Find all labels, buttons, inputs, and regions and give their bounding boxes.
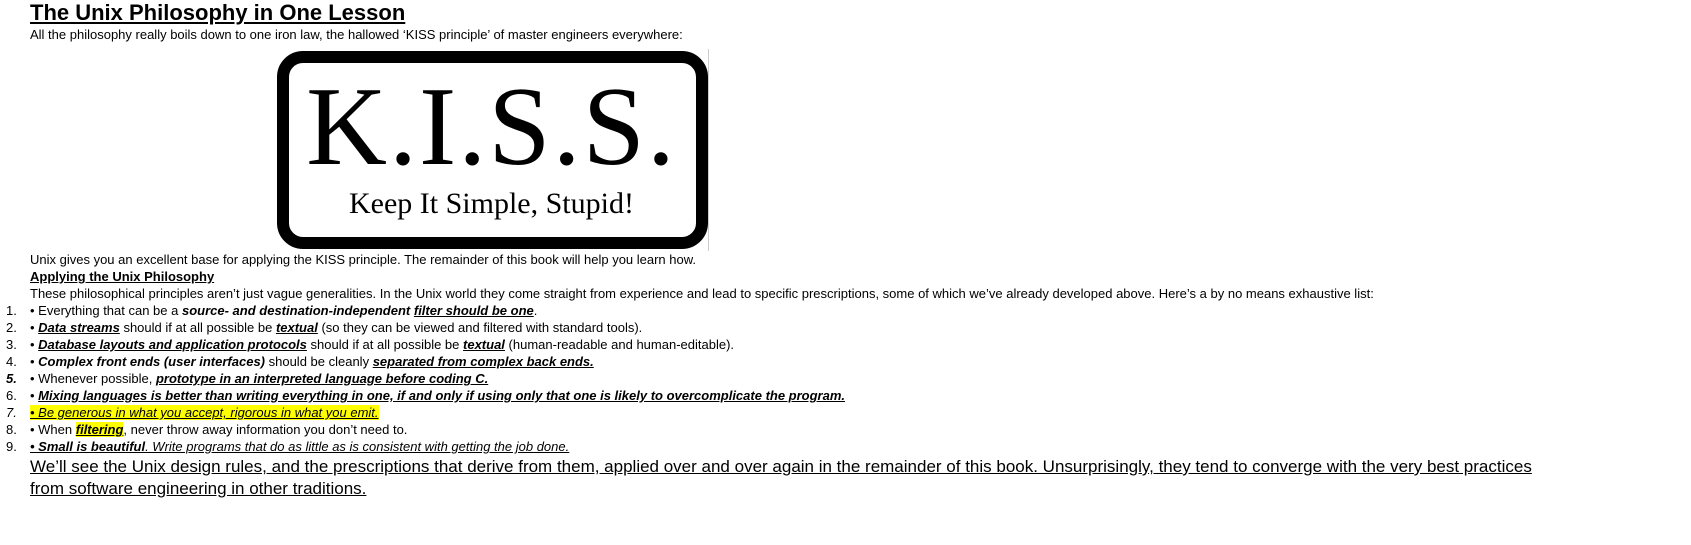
list-number: 9. (6, 439, 17, 454)
text: textual (463, 337, 505, 352)
text: textual (275, 320, 318, 335)
list-number: 7. (6, 405, 17, 420)
text: • (30, 388, 39, 403)
list-item: 7. • Be generous in what you accept, rigo… (6, 404, 1570, 421)
text: . (533, 303, 538, 318)
document: The Unix Philosophy in One Lesson All th… (6, 0, 1570, 500)
list-item: 1. • Everything that can be a source- and… (6, 302, 1570, 319)
list-item: 9. • Small is beautiful. Write programs t… (6, 438, 1570, 455)
list-number: 3. (6, 337, 17, 352)
principles-list: 1. • Everything that can be a source- and… (6, 302, 1570, 455)
list-number: 8. (6, 422, 17, 437)
text: Data streams (38, 320, 120, 335)
kiss-image: K.I.S.S. Keep It Simple, Stupid! (275, 49, 709, 251)
highlighted-text: • Be generous in what you accept, rigoro… (30, 405, 379, 420)
list-item: 4. • Complex front ends (user interfaces)… (6, 353, 1570, 370)
list-number: 1. (6, 303, 17, 318)
text: should if at all possible be (306, 337, 464, 352)
text: • When (30, 422, 76, 437)
list-number: 4. (6, 354, 17, 369)
text: , never throw away information you don’t… (123, 422, 408, 437)
list-number: 6. (6, 388, 17, 403)
highlighted-text: filtering (75, 422, 124, 437)
text: should be cleanly (265, 354, 373, 369)
kiss-subtitle: Keep It Simple, Stupid! (349, 187, 634, 220)
text: filter should be one (413, 303, 534, 318)
text: • (30, 354, 39, 369)
text: • Small is beautiful (30, 439, 146, 454)
closing-paragraph: We’ll see the Unix design rules, and the… (30, 457, 1532, 498)
kiss-logo-text: K.I.S.S. (306, 65, 677, 189)
text: Mixing languages is better than writing … (38, 388, 846, 403)
list-number: 5. (6, 371, 17, 386)
text: (so they can be viewed and filtered with… (317, 320, 643, 335)
list-item: 6. • Mixing languages is better than writ… (6, 387, 1570, 404)
text: • Whenever possible, (30, 371, 156, 386)
text: should if at all possible be (119, 320, 276, 335)
list-item: 2. • Data streams should if at all possib… (6, 319, 1570, 336)
after-image-paragraph: Unix gives you an excellent base for app… (30, 252, 697, 267)
section-paragraph: These philosophical principles aren’t ju… (30, 286, 1374, 301)
text: Complex front ends (user interfaces) (38, 354, 265, 369)
text: prototype in an interpreted language bef… (155, 371, 489, 386)
text: (human-readable and human-editable). (504, 337, 735, 352)
page-title: The Unix Philosophy in One Lesson (30, 0, 406, 25)
text: . Write programs that do as little as is… (145, 439, 570, 454)
section-heading: Applying the Unix Philosophy (30, 269, 215, 284)
text: • Everything that can be a (30, 303, 182, 318)
list-item: 3. • Database layouts and application pro… (6, 336, 1570, 353)
text: • (30, 320, 39, 335)
text: Database layouts and application protoco… (38, 337, 307, 352)
text: separated from complex back ends. (372, 354, 594, 369)
list-number: 2. (6, 320, 17, 335)
intro-paragraph: All the philosophy really boils down to … (30, 27, 683, 42)
text: • (30, 337, 39, 352)
list-item: 5. • Whenever possible, prototype in an i… (6, 370, 1570, 387)
text: source- and destination-independent (181, 303, 411, 318)
list-item: 8. • When filtering, never throw away inf… (6, 421, 1570, 438)
